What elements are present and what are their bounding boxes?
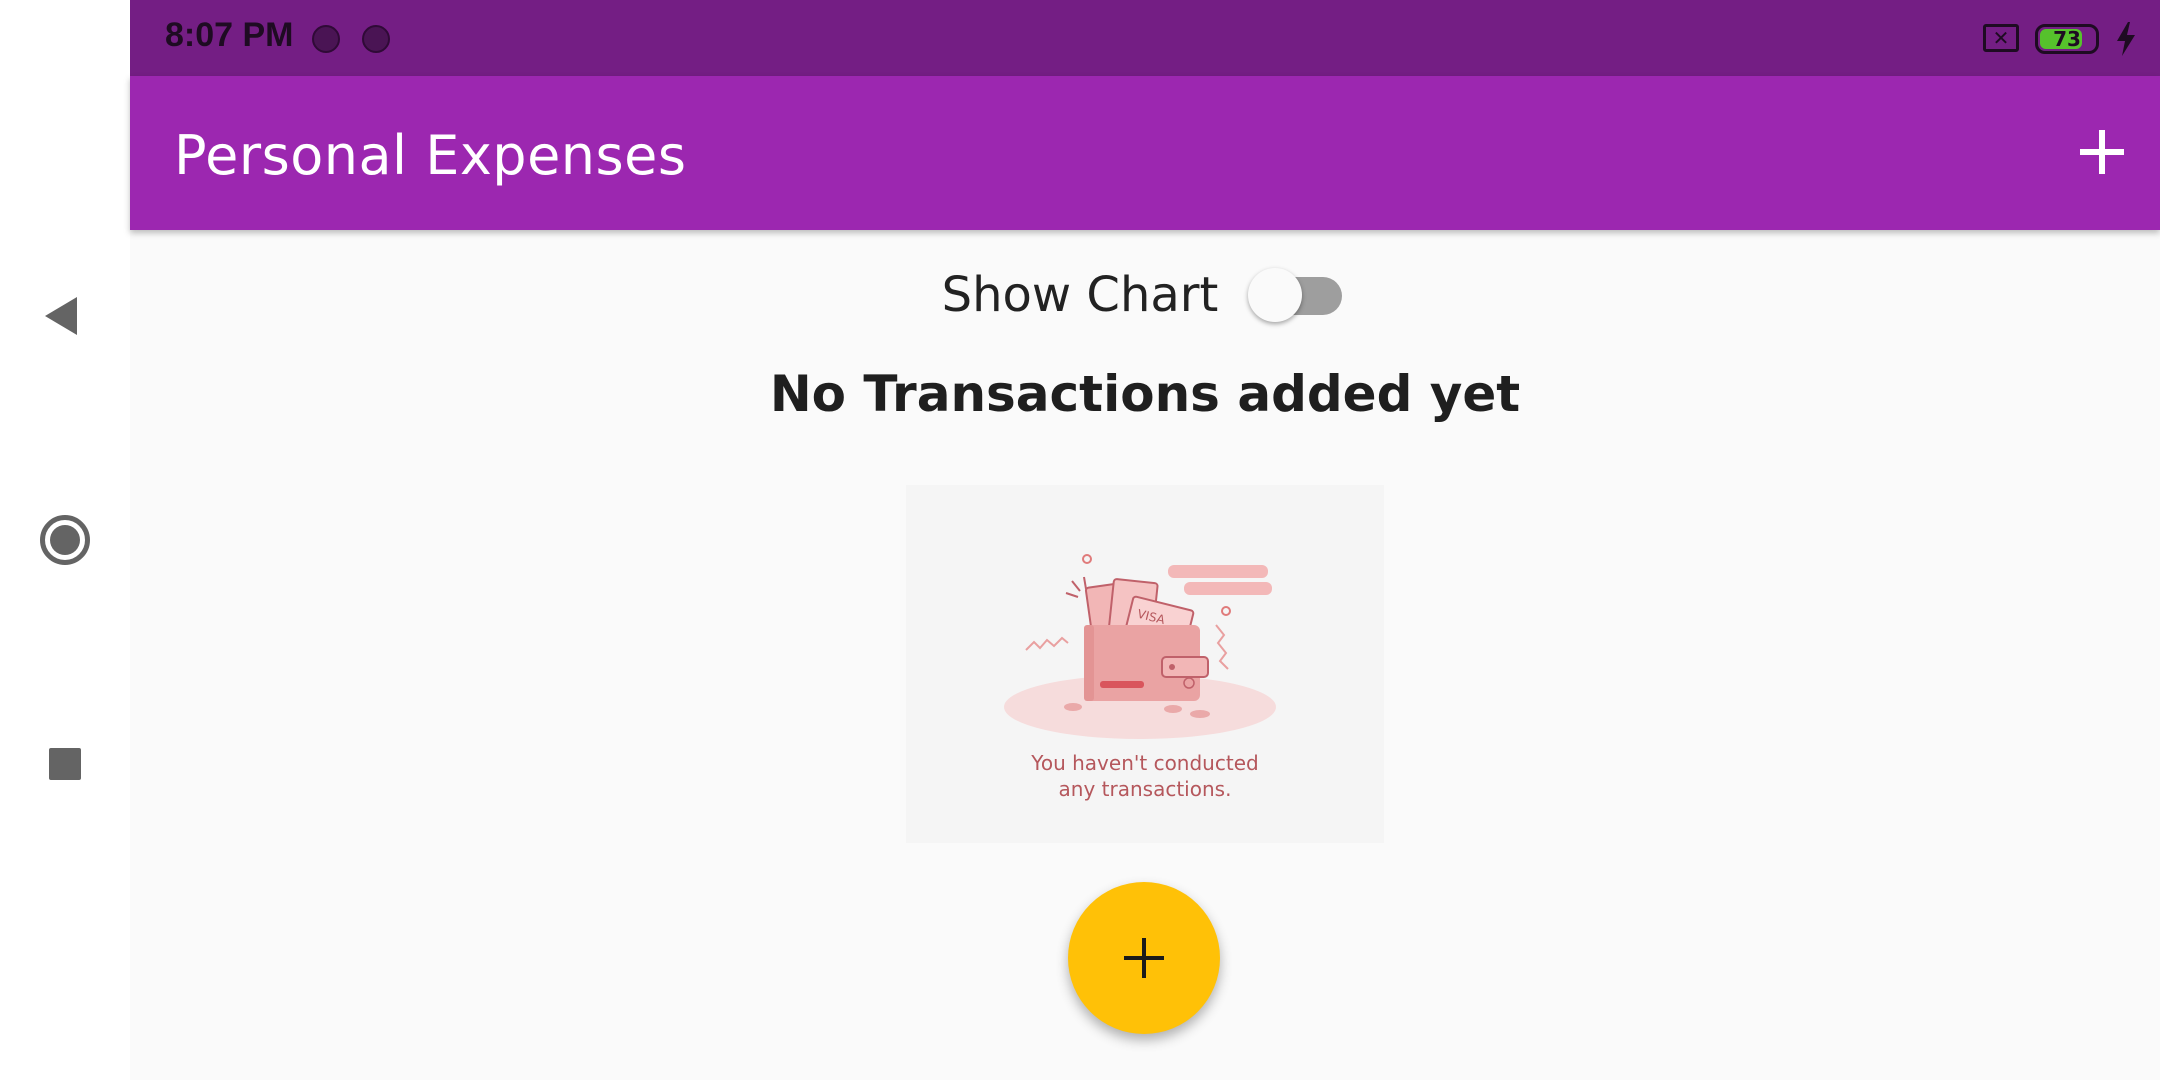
status-time: 8:07 PM xyxy=(165,16,294,54)
illustration-caption-line2: any transactions. xyxy=(1058,777,1232,801)
back-button[interactable] xyxy=(0,256,130,376)
show-chart-row: Show Chart xyxy=(130,260,2160,330)
illustration-caption-line1: You haven't conducted xyxy=(1031,751,1259,775)
notification-dot-icon xyxy=(362,25,390,53)
no-sim-icon: ✕ xyxy=(1983,24,2019,52)
main-content: Show Chart No Transactions added yet VIS… xyxy=(130,230,2160,1080)
show-chart-label: Show Chart xyxy=(941,267,1219,323)
add-transaction-fab[interactable] xyxy=(1068,882,1220,1034)
recents-square-icon xyxy=(49,748,81,780)
app-title: Personal Expenses xyxy=(174,124,687,187)
back-triangle-icon xyxy=(45,297,77,335)
plus-icon xyxy=(1124,938,1164,978)
add-transaction-button[interactable] xyxy=(2064,114,2140,190)
system-navigation-bar xyxy=(0,0,130,1080)
switch-thumb xyxy=(1248,268,1303,322)
home-button[interactable] xyxy=(0,480,130,600)
show-chart-switch[interactable] xyxy=(1248,267,1348,323)
plus-icon xyxy=(2080,130,2124,174)
illustration-caption: You haven't conducted any transactions. xyxy=(906,750,1384,802)
status-bar: 8:07 PM ✕ 73 xyxy=(130,0,2160,76)
battery-level: 73 xyxy=(2053,27,2081,51)
battery-icon: 73 xyxy=(2035,24,2099,54)
empty-state-title: No Transactions added yet xyxy=(769,365,1521,423)
recents-button[interactable] xyxy=(0,704,130,824)
notification-dot-icon xyxy=(312,25,340,53)
app-bar: Personal Expenses xyxy=(130,76,2160,230)
home-circle-icon xyxy=(40,515,90,565)
charging-bolt-icon xyxy=(2117,22,2135,56)
empty-wallet-illustration: VISA You haven't conducted any transacti… xyxy=(906,485,1384,843)
